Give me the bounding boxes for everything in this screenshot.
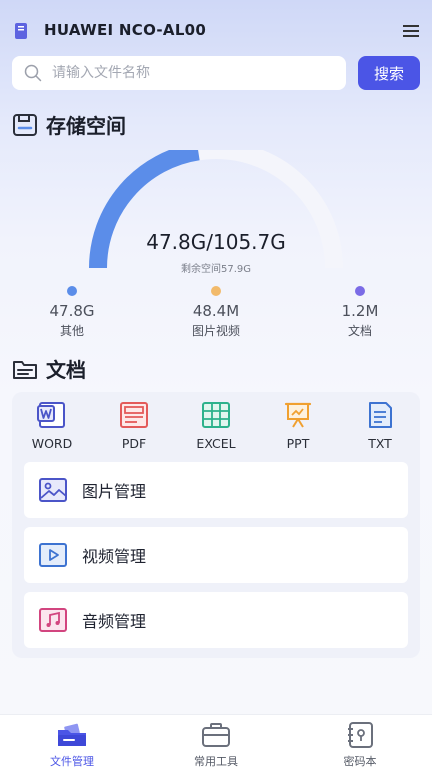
tab-label: 密码本 — [343, 755, 377, 768]
audio-manager-label: 音频管理 — [82, 612, 147, 631]
legend-dot-media — [211, 286, 221, 296]
tab-common-tools[interactable]: 常用工具 — [161, 721, 271, 769]
file-type-label: TXT — [368, 436, 392, 451]
legend-other: 47.8G 其他 — [17, 286, 127, 339]
pdf-icon — [120, 402, 148, 428]
file-type-label: EXCEL — [196, 436, 236, 451]
file-type-word[interactable]: WORD — [12, 400, 92, 451]
phone-icon — [15, 23, 27, 39]
hamburger-menu-icon[interactable] — [403, 25, 419, 37]
file-type-label: WORD — [31, 436, 73, 451]
file-type-pdf[interactable]: PDF — [94, 400, 174, 451]
search-box[interactable] — [12, 56, 346, 90]
legend-value: 1.2M — [341, 302, 379, 320]
legend-dot-documents — [355, 286, 365, 296]
legend-label: 图片视频 — [191, 324, 240, 338]
tab-label: 文件管理 — [50, 755, 94, 768]
file-type-ppt[interactable]: PPT — [258, 400, 338, 451]
image-icon — [39, 478, 67, 502]
storage-title: 存储空间 — [46, 114, 126, 138]
storage-section-title: 存储空间 — [12, 110, 126, 139]
legend-dot-other — [67, 286, 77, 296]
file-type-excel[interactable]: EXCEL — [176, 400, 256, 451]
toolbox-icon — [202, 723, 230, 747]
tab-password-book[interactable]: 密码本 — [305, 721, 415, 769]
tab-file-manager[interactable]: 文件管理 — [17, 721, 127, 769]
ppt-icon — [284, 402, 312, 428]
folder-icon — [13, 360, 37, 379]
legend-label: 文档 — [347, 324, 372, 338]
word-icon — [37, 402, 65, 428]
image-manager-item[interactable]: 图片管理 — [24, 462, 408, 518]
file-type-txt[interactable]: TXT — [340, 400, 420, 451]
legend-value: 47.8G — [49, 302, 95, 320]
search-input[interactable] — [50, 64, 334, 82]
device-name: HUAWEI NCO-AL00 — [44, 21, 207, 39]
documents-title: 文档 — [46, 358, 86, 382]
tab-label: 常用工具 — [194, 755, 238, 768]
file-type-label: PPT — [286, 436, 310, 451]
txt-icon — [369, 402, 392, 428]
video-manager-label: 视频管理 — [82, 547, 147, 566]
legend-documents: 1.2M 文档 — [305, 286, 415, 339]
folder-icon — [58, 723, 86, 746]
video-icon — [39, 543, 67, 567]
image-manager-label: 图片管理 — [82, 482, 147, 501]
storage-free-text: 剩余空间57.9G — [180, 264, 251, 275]
legend-value: 48.4M — [192, 302, 240, 320]
video-manager-item[interactable]: 视频管理 — [24, 527, 408, 583]
notebook-lock-icon — [348, 722, 373, 748]
legend-media: 48.4M 图片视频 — [161, 286, 271, 339]
bottom-tab-bar: 文件管理 常用工具 密码本 — [0, 714, 432, 769]
music-icon — [39, 608, 67, 632]
search-button[interactable]: 搜索 — [358, 56, 420, 90]
search-icon — [24, 64, 42, 82]
file-type-label: PDF — [121, 436, 147, 451]
audio-manager-item[interactable]: 音频管理 — [24, 592, 408, 648]
legend-label: 其他 — [59, 324, 84, 338]
storage-used-total: 47.8G/105.7G — [146, 230, 286, 254]
floppy-disk-icon — [13, 113, 37, 136]
documents-section-title: 文档 — [12, 354, 86, 383]
app-header: HUAWEI NCO-AL00 — [0, 0, 432, 58]
excel-icon — [202, 402, 230, 428]
